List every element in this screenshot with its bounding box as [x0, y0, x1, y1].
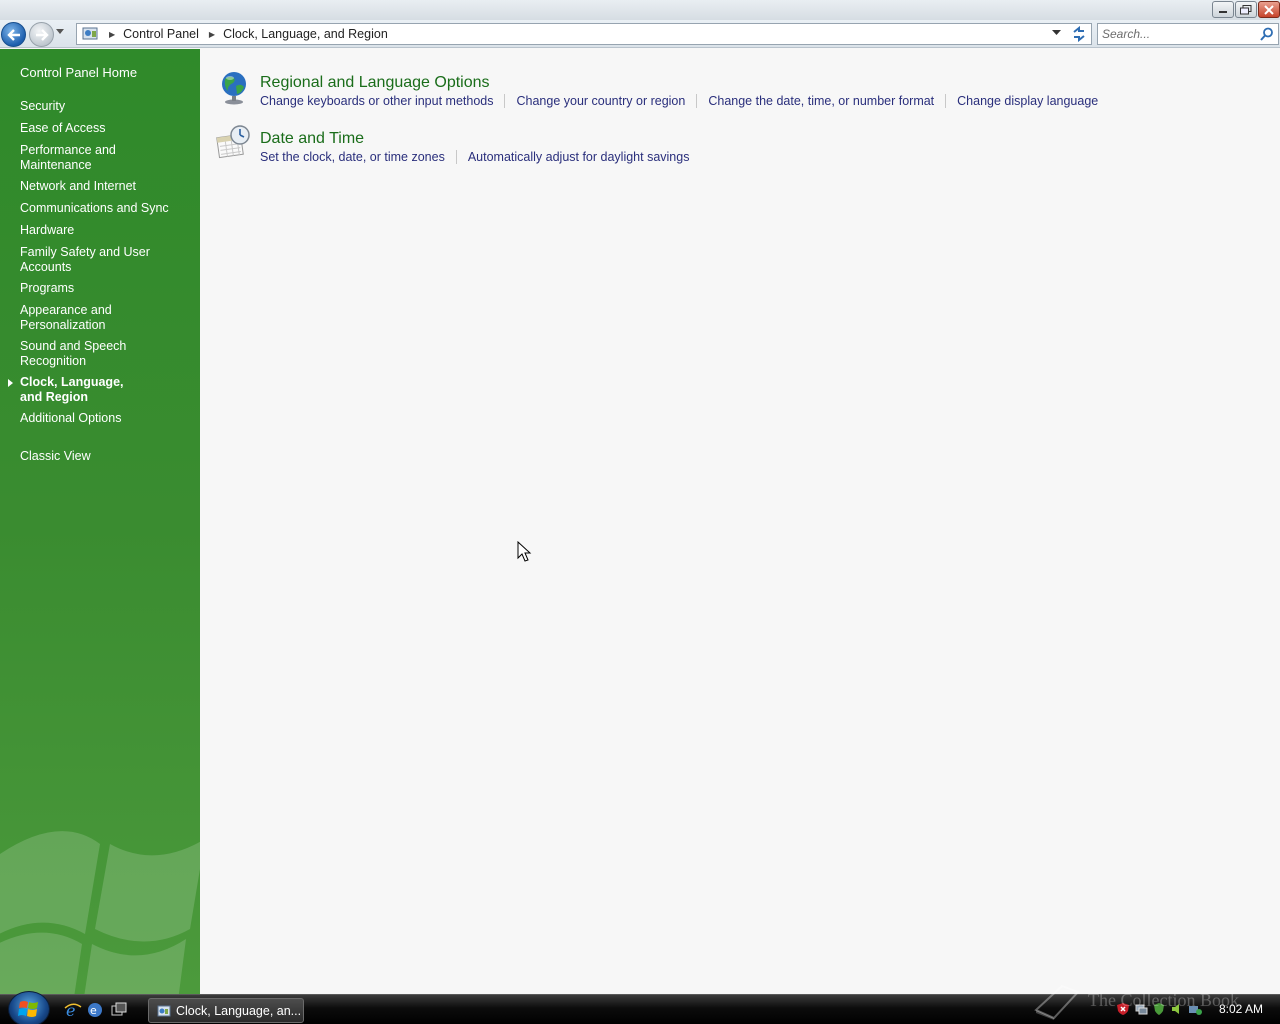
change-date-time-number-format-link[interactable]: Change the date, time, or number format [708, 94, 934, 108]
control-panel-icon [77, 24, 105, 44]
task-separator [504, 94, 506, 108]
sidebar-item-communications[interactable]: Communications and Sync [20, 201, 190, 216]
taskbar-window-button[interactable]: Clock, Language, an... [148, 998, 304, 1023]
sidebar-item-ease-of-access[interactable]: Ease of Access [20, 121, 190, 136]
main-content: Regional and Language Options Change key… [200, 49, 1280, 994]
window-titlebar [0, 0, 1280, 20]
regional-language-options-link[interactable]: Regional and Language Options [260, 74, 490, 92]
task-separator [696, 94, 698, 108]
clock-calendar-icon [216, 125, 250, 159]
switch-windows-icon[interactable] [110, 1001, 128, 1019]
restore-icon [1240, 4, 1252, 14]
book-watermark-icon [1034, 984, 1080, 1020]
breadcrumb-separator-icon: ▶ [109, 29, 116, 39]
search-box [1097, 23, 1279, 45]
refresh-icon[interactable] [1071, 26, 1087, 42]
windows-explorer-icon[interactable]: e [86, 1001, 104, 1019]
recent-pages-dropdown-icon[interactable] [56, 29, 64, 35]
sidebar-item-performance[interactable]: Performance and Maintenance [20, 143, 140, 173]
windows-logo-icon [18, 1001, 38, 1017]
change-keyboards-link[interactable]: Change keyboards or other input methods [260, 94, 493, 108]
search-input[interactable] [1102, 24, 1252, 44]
back-button[interactable] [1, 22, 26, 47]
sidebar-item-network[interactable]: Network and Internet [20, 179, 190, 194]
sidebar-classic-view[interactable]: Classic View [20, 449, 190, 464]
back-arrow-icon [6, 28, 20, 41]
sidebar-item-clock-language-region[interactable]: Clock, Language, and Region [20, 375, 145, 405]
svg-text:e: e [90, 1004, 97, 1017]
sidebar-item-appearance[interactable]: Appearance and Personalization [20, 303, 120, 333]
change-country-region-link[interactable]: Change your country or region [516, 94, 685, 108]
watermark-text: The Collection Book [1088, 989, 1239, 1010]
task-separator [945, 94, 947, 108]
date-and-time-link[interactable]: Date and Time [260, 130, 364, 148]
collection-book-watermark: The Collection Book [1032, 980, 1239, 1020]
forward-button[interactable] [29, 22, 54, 47]
start-button[interactable] [8, 991, 50, 1024]
breadcrumb-current[interactable]: Clock, Language, and Region [223, 27, 388, 41]
set-clock-date-timezone-link[interactable]: Set the clock, date, or time zones [260, 150, 445, 164]
breadcrumb-control-panel[interactable]: Control Panel [123, 27, 199, 41]
date-time-task-links: Set the clock, date, or time zones Autom… [260, 150, 689, 164]
control-panel-icon [157, 1005, 171, 1016]
daylight-savings-link[interactable]: Automatically adjust for daylight saving… [468, 150, 690, 164]
sidebar-item-family-safety[interactable]: Family Safety and User Accounts [20, 245, 150, 275]
address-dropdown-icon[interactable] [1052, 30, 1061, 36]
window-controls [1211, 1, 1280, 18]
mouse-pointer-icon [517, 541, 532, 562]
close-button[interactable] [1258, 1, 1280, 18]
sidebar-item-programs[interactable]: Programs [20, 281, 190, 296]
globe-icon [222, 72, 246, 105]
minimize-button[interactable] [1212, 1, 1234, 18]
search-icon[interactable] [1260, 27, 1274, 41]
sidebar-control-panel-home[interactable]: Control Panel Home [20, 65, 190, 80]
sidebar: Control Panel Home Security Ease of Acce… [0, 49, 200, 994]
sidebar-item-sound-speech[interactable]: Sound and Speech Recognition [20, 339, 130, 369]
sidebar-item-hardware[interactable]: Hardware [20, 223, 190, 238]
sidebar-item-additional-options[interactable]: Additional Options [20, 411, 190, 426]
restore-button[interactable] [1235, 1, 1257, 18]
close-icon [1264, 4, 1274, 15]
internet-explorer-icon[interactable]: e [64, 1001, 82, 1019]
current-section-arrow-icon [8, 379, 13, 387]
windows-logo-watermark-icon [0, 831, 200, 994]
address-bar[interactable]: ▶ Control Panel ▶ Clock, Language, and R… [76, 23, 1092, 45]
forward-arrow-icon [35, 28, 49, 41]
taskbar-window-label: Clock, Language, an... [176, 1003, 302, 1018]
navigation-bar: ▶ Control Panel ▶ Clock, Language, and R… [0, 20, 1280, 48]
regional-language-task-links: Change keyboards or other input methods … [260, 94, 1098, 108]
sidebar-item-security[interactable]: Security [20, 99, 190, 114]
minimize-icon [1219, 10, 1227, 13]
breadcrumb-separator-icon: ▶ [208, 29, 216, 39]
change-display-language-link[interactable]: Change display language [957, 94, 1098, 108]
task-separator [455, 150, 457, 164]
